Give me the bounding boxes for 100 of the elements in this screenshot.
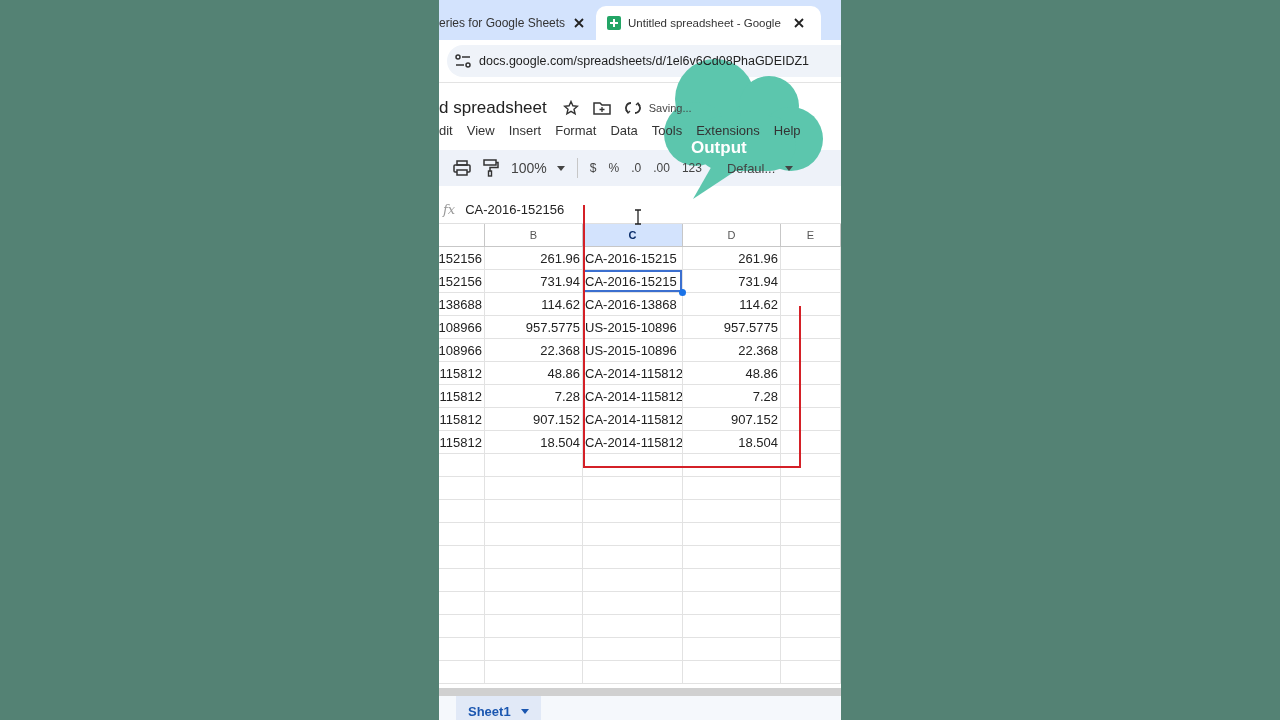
column-header[interactable]: B	[485, 224, 583, 247]
table-cell[interactable]: 108966	[439, 339, 485, 362]
table-cell[interactable]: 115812	[439, 431, 485, 454]
zoom-dropdown[interactable]: 100%	[511, 160, 565, 176]
table-cell[interactable]	[485, 569, 583, 592]
format-button[interactable]: 123	[681, 161, 702, 175]
star-icon[interactable]	[562, 100, 579, 116]
table-cell[interactable]	[683, 615, 781, 638]
menu-item[interactable]: Format	[555, 122, 597, 138]
table-cell[interactable]	[683, 569, 781, 592]
table-cell[interactable]	[683, 592, 781, 615]
menu-item[interactable]: Data	[610, 122, 638, 138]
table-cell[interactable]	[439, 569, 485, 592]
table-cell[interactable]	[439, 546, 485, 569]
table-cell[interactable]	[439, 500, 485, 523]
table-cell[interactable]: 152156	[439, 270, 485, 293]
table-cell[interactable]	[439, 454, 485, 477]
table-cell[interactable]	[583, 569, 683, 592]
table-cell[interactable]: CA-2014-115812	[583, 362, 683, 385]
table-cell[interactable]: CA-2014-115812	[583, 431, 683, 454]
column-header[interactable]: E	[781, 224, 841, 247]
table-cell[interactable]	[583, 592, 683, 615]
fill-handle[interactable]	[679, 289, 686, 296]
table-cell[interactable]: US-2015-10896	[583, 339, 683, 362]
table-cell[interactable]: 18.504	[683, 431, 781, 454]
print-icon[interactable]	[453, 160, 471, 176]
table-cell[interactable]	[583, 661, 683, 684]
table-cell[interactable]	[439, 523, 485, 546]
table-cell[interactable]: 108966	[439, 316, 485, 339]
table-cell[interactable]	[683, 500, 781, 523]
table-cell[interactable]: 7.28	[683, 385, 781, 408]
format-button[interactable]: %	[608, 161, 620, 175]
table-cell[interactable]: 48.86	[683, 362, 781, 385]
format-button[interactable]: .00	[653, 161, 670, 175]
table-cell[interactable]: 7.28	[485, 385, 583, 408]
column-header[interactable]: C	[583, 224, 683, 247]
table-cell[interactable]	[485, 454, 583, 477]
table-cell[interactable]: 261.96	[485, 247, 583, 270]
table-cell[interactable]: 114.62	[485, 293, 583, 316]
table-cell[interactable]: 907.152	[683, 408, 781, 431]
table-cell[interactable]	[439, 477, 485, 500]
table-cell[interactable]: US-2015-10896	[583, 316, 683, 339]
browser-tab[interactable]: Untitled spreadsheet - Google	[596, 6, 821, 40]
table-cell[interactable]: 114.62	[683, 293, 781, 316]
table-cell[interactable]	[485, 638, 583, 661]
table-cell[interactable]	[583, 546, 683, 569]
formula-field[interactable]: CA-2016-152156	[465, 201, 565, 217]
table-cell[interactable]: 152156	[439, 247, 485, 270]
table-cell[interactable]	[439, 661, 485, 684]
format-button[interactable]: $	[589, 161, 597, 175]
table-cell[interactable]	[485, 592, 583, 615]
table-cell[interactable]	[485, 661, 583, 684]
table-cell[interactable]: 731.94	[485, 270, 583, 293]
table-cell[interactable]: 957.5775	[485, 316, 583, 339]
folder-icon[interactable]	[592, 101, 611, 115]
menu-item[interactable]: Extensions	[696, 122, 760, 138]
table-cell[interactable]	[485, 477, 583, 500]
table-cell[interactable]: CA-2016-13868	[583, 293, 683, 316]
close-icon[interactable]	[573, 17, 586, 29]
table-cell[interactable]	[485, 615, 583, 638]
table-cell[interactable]	[583, 615, 683, 638]
table-cell[interactable]: 731.94	[683, 270, 781, 293]
menu-item[interactable]: View	[466, 122, 495, 138]
column-header[interactable]: D	[683, 224, 781, 247]
table-cell[interactable]	[485, 546, 583, 569]
sheet-tab[interactable]: Sheet1	[456, 696, 541, 720]
table-cell[interactable]: 261.96	[683, 247, 781, 270]
document-title[interactable]: d spreadsheet	[439, 98, 547, 118]
address-field[interactable]: docs.google.com/spreadsheets/d/1el6v6Cd08PhaGDEIDZ1	[447, 45, 841, 77]
table-cell[interactable]	[683, 523, 781, 546]
table-cell[interactable]: 48.86	[485, 362, 583, 385]
table-cell[interactable]: 18.504	[485, 431, 583, 454]
table-cell[interactable]	[683, 454, 781, 477]
paint-format-icon[interactable]	[483, 159, 499, 177]
table-cell[interactable]	[439, 638, 485, 661]
table-cell[interactable]: 22.368	[683, 339, 781, 362]
table-cell[interactable]: 907.152	[485, 408, 583, 431]
table-cell[interactable]	[683, 638, 781, 661]
table-cell[interactable]: 138688	[439, 293, 485, 316]
table-cell[interactable]: CA-2016-15215	[583, 270, 683, 293]
format-button[interactable]: .0	[631, 161, 642, 175]
table-cell[interactable]	[583, 500, 683, 523]
table-cell[interactable]: 115812	[439, 408, 485, 431]
table-cell[interactable]	[683, 661, 781, 684]
table-cell[interactable]	[485, 523, 583, 546]
table-cell[interactable]	[683, 546, 781, 569]
menu-item[interactable]: Help	[773, 122, 801, 138]
browser-tab[interactable]: eries for Google Sheets	[439, 6, 594, 40]
table-cell[interactable]: 957.5775	[683, 316, 781, 339]
table-cell[interactable]	[485, 500, 583, 523]
table-cell[interactable]: CA-2014-115812	[583, 408, 683, 431]
table-cell[interactable]	[439, 592, 485, 615]
table-cell[interactable]: 115812	[439, 362, 485, 385]
table-cell[interactable]: 22.368	[485, 339, 583, 362]
table-cell[interactable]	[583, 454, 683, 477]
table-cell[interactable]	[683, 477, 781, 500]
table-cell[interactable]	[583, 638, 683, 661]
table-cell[interactable]: 115812	[439, 385, 485, 408]
table-cell[interactable]	[439, 615, 485, 638]
table-cell[interactable]: CA-2016-15215	[583, 247, 683, 270]
